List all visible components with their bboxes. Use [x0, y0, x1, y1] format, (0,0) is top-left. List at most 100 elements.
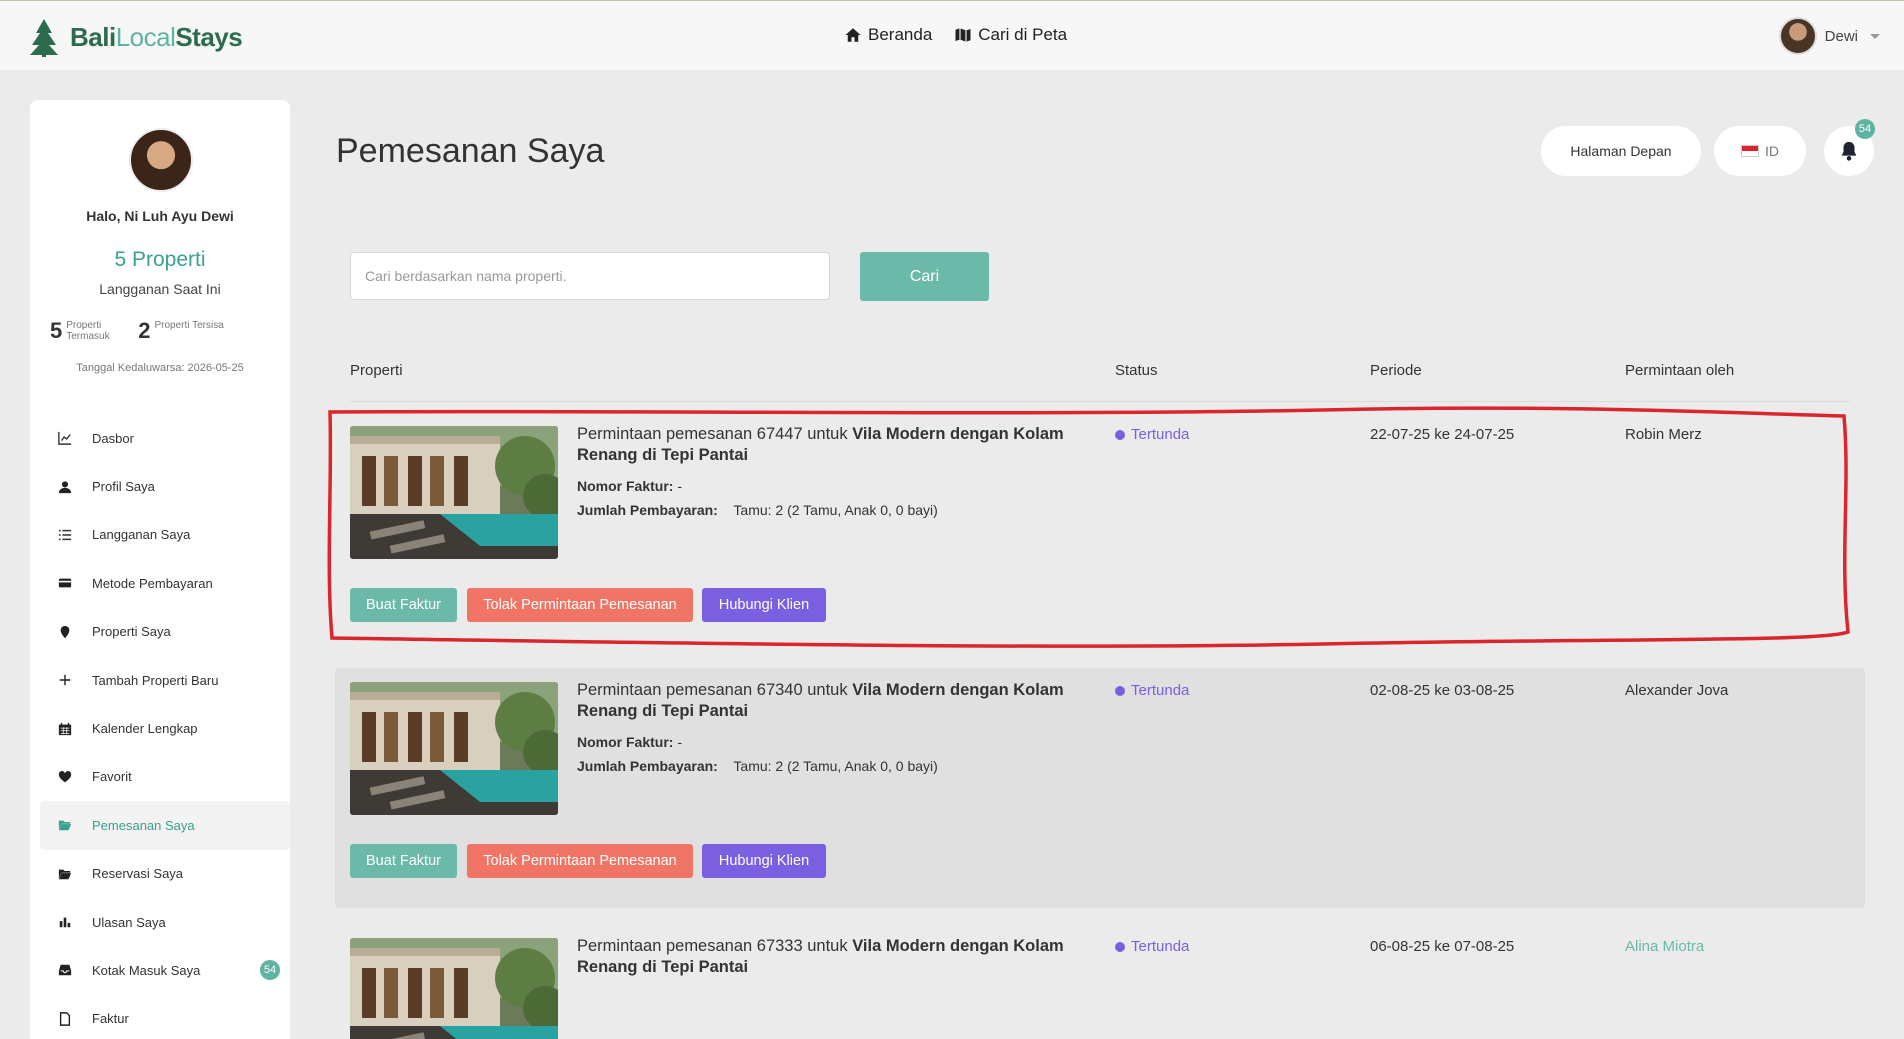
property-thumbnail[interactable] [350, 682, 558, 815]
sidebar-item-favorites[interactable]: Favorit [40, 753, 290, 801]
booking-row: Permintaan pemesanan 67333 untuk Vila Mo… [335, 924, 1865, 1039]
file-icon [59, 1012, 71, 1026]
plus-icon [59, 674, 71, 686]
requested-by: Alexander Jova [1625, 682, 1729, 699]
sidebar-item-my-properties[interactable]: Properti Saya [40, 608, 290, 656]
create-invoice-button[interactable]: Buat Faktur [350, 588, 457, 622]
status-label: Tertunda [1131, 426, 1190, 443]
request-label: Permintaan pemesanan 67447 untuk [577, 425, 853, 443]
inbox-icon [58, 965, 72, 976]
stat-remaining: 2 Properti Tersisa [138, 318, 224, 344]
reject-booking-button[interactable]: Tolak Permintaan Pemesanan [467, 588, 693, 622]
sidebar-item-label: Favorit [92, 769, 132, 785]
nav-home-label: Beranda [868, 25, 933, 44]
create-invoice-button[interactable]: Buat Faktur [350, 844, 457, 878]
sidebar-item-label: Metode Pembayaran [92, 575, 213, 591]
folder-open-icon [58, 820, 72, 831]
column-status: Status [1115, 362, 1158, 379]
request-label: Permintaan pemesanan 67340 untuk [577, 681, 853, 699]
folder-open-icon [58, 869, 72, 879]
table-header: Properti Status Periode Permintaan oleh [350, 362, 1850, 402]
invoice-number: Nomor Faktur: - [577, 478, 682, 494]
user-menu[interactable]: Dewi [1778, 17, 1880, 55]
sidebar-item-label: Tambah Properti Baru [92, 672, 219, 688]
site-logo[interactable]: BaliLocalStays [24, 17, 243, 57]
heart-icon [58, 770, 72, 783]
sidebar-item-label: Ulasan Saya [92, 914, 166, 930]
sidebar-item-my-bookings[interactable]: Pemesanan Saya [40, 801, 290, 850]
notification-count-badge: 54 [1855, 119, 1875, 139]
sidebar-item-add-property[interactable]: Tambah Properti Baru [40, 656, 290, 704]
status-dot-icon [1115, 941, 1125, 952]
sidebar-item-calendar[interactable]: Kalender Lengkap [40, 704, 290, 752]
booking-title: Permintaan pemesanan 67333 untuk Vila Mo… [577, 936, 1077, 978]
bar-chart-icon [59, 917, 71, 928]
sidebar-item-label: Properti Saya [92, 624, 171, 640]
user-name: Dewi [1824, 27, 1858, 45]
sidebar-item-label: Kalender Lengkap [92, 721, 198, 737]
plan-count: 5 Properti [114, 248, 206, 271]
requested-by[interactable]: Alina Miotra [1625, 938, 1704, 955]
sidebar-item-inbox[interactable]: Kotak Masuk Saya 54 [40, 946, 290, 994]
sidebar-item-label: Kotak Masuk Saya [92, 962, 201, 978]
payment-amount: Jumlah Pembayaran: Tamu: 2 (2 Tamu, Anak… [577, 758, 938, 774]
sidebar-item-payment-methods[interactable]: Metode Pembayaran [40, 559, 290, 607]
contact-client-button[interactable]: Hubungi Klien [702, 844, 826, 878]
requested-by: Robin Merz [1625, 426, 1702, 443]
booking-period: 02-08-25 ke 03-08-25 [1370, 682, 1515, 699]
main-nav: Beranda Cari di Peta [844, 25, 1067, 45]
status-badge: Tertunda [1115, 938, 1189, 955]
nav-map[interactable]: Cari di Peta [954, 25, 1067, 45]
status-badge: Tertunda [1115, 426, 1189, 443]
payment-label: Jumlah Pembayaran: [577, 758, 718, 774]
column-property: Properti [350, 362, 403, 379]
sidebar-item-label: Reservasi Saya [92, 866, 184, 882]
sidebar-item-dashboard[interactable]: Dasbor [40, 414, 290, 462]
plan-stats: 5 Properti Termasuk 2 Properti Tersisa [50, 318, 224, 344]
column-requested-by: Permintaan oleh [1625, 362, 1735, 379]
inbox-count-badge: 54 [260, 960, 280, 981]
bell-icon [1841, 141, 1857, 161]
plan-subtitle: Langganan Saat Ini [99, 281, 221, 297]
pin-icon [60, 625, 70, 638]
sidebar-item-label: Profil Saya [92, 479, 155, 495]
sidebar-item-my-reservations[interactable]: Reservasi Saya [40, 850, 290, 898]
sidebar-item-invoices[interactable]: Faktur [40, 995, 290, 1039]
sidebar-item-subscription[interactable]: Langganan Saya [40, 511, 290, 559]
invoice-number: Nomor Faktur: - [577, 734, 682, 750]
list-icon [58, 529, 72, 541]
contact-client-button[interactable]: Hubungi Klien [702, 588, 826, 622]
sidebar-item-profile[interactable]: Profil Saya [40, 462, 290, 510]
nav-home[interactable]: Beranda [844, 25, 932, 45]
user-avatar [1778, 17, 1817, 55]
sidebar: Halo, Ni Luh Ayu Dewi 5 Properti Langgan… [30, 100, 290, 1039]
booking-row: Permintaan pemesanan 67447 untuk Vila Mo… [335, 412, 1865, 652]
status-label: Tertunda [1131, 682, 1190, 699]
guests-info: Tamu: 2 (2 Tamu, Anak 0, 0 bayi) [733, 502, 938, 518]
payment-label: Jumlah Pembayaran: [577, 502, 718, 518]
sidebar-item-label: Langganan Saya [92, 527, 191, 543]
home-page-button[interactable]: Halaman Depan [1541, 126, 1701, 176]
language-selector[interactable]: ID [1714, 126, 1806, 176]
brand-name: BaliLocalStays [70, 21, 243, 52]
booking-period: 06-08-25 ke 07-08-25 [1370, 938, 1515, 955]
map-icon [955, 28, 971, 42]
chart-icon [58, 432, 72, 446]
profile-avatar [129, 128, 193, 192]
column-period: Periode [1370, 362, 1422, 379]
property-thumbnail[interactable] [350, 938, 558, 1039]
stat-remaining-number: 2 [138, 318, 151, 343]
search-button[interactable]: Cari [860, 252, 989, 301]
expiry-date: Tanggal Kedaluwarsa: 2026-05-25 [76, 362, 244, 374]
invoice-label: Nomor Faktur: [577, 734, 674, 750]
status-badge: Tertunda [1115, 682, 1189, 699]
user-icon [58, 480, 72, 493]
reject-booking-button[interactable]: Tolak Permintaan Pemesanan [467, 844, 693, 878]
property-thumbnail[interactable] [350, 426, 558, 559]
language-code: ID [1765, 143, 1779, 159]
sidebar-item-label: Pemesanan Saya [92, 817, 195, 833]
chevron-down-icon [1870, 33, 1880, 39]
property-search-input[interactable] [350, 252, 830, 300]
sidebar-item-my-reviews[interactable]: Ulasan Saya [40, 898, 290, 946]
request-label: Permintaan pemesanan 67333 untuk [577, 937, 853, 955]
